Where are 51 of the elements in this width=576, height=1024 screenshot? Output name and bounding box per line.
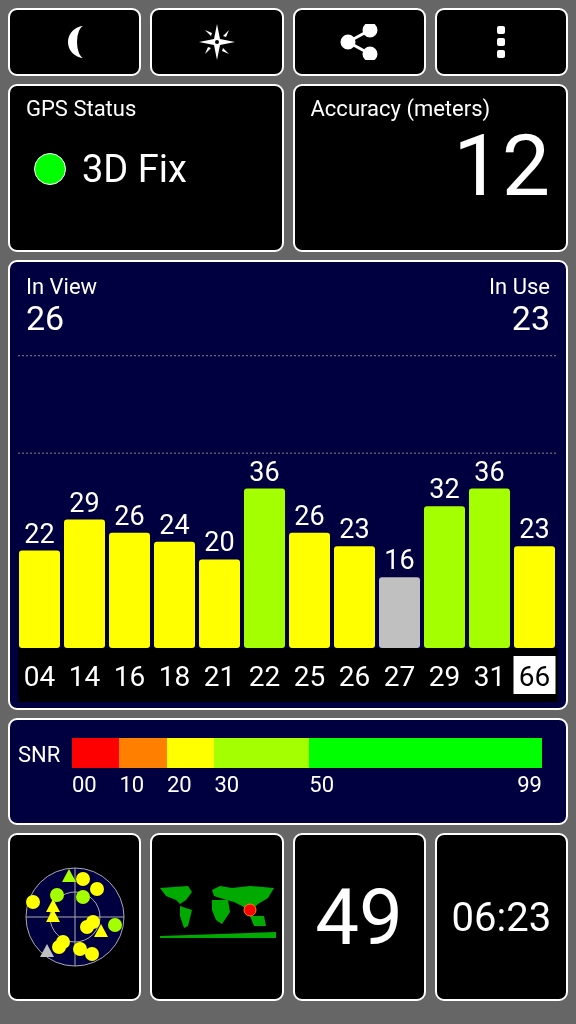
- snr-value: 16: [384, 544, 415, 577]
- snr-value: 32: [429, 473, 460, 506]
- satellite-id: 25: [293, 660, 326, 694]
- satellite-id: 31: [473, 660, 506, 694]
- satellite-id: 14: [68, 660, 101, 694]
- toolbar-button[interactable]: [8, 8, 142, 76]
- clock-time: 06:23: [451, 893, 552, 941]
- world-map-tile[interactable]: [150, 833, 284, 1002]
- more-options-icon: [496, 25, 507, 59]
- snr-value: 36: [249, 455, 280, 488]
- card-title: GPS Status: [26, 96, 138, 121]
- card-title: Accuracy (meters): [310, 96, 492, 121]
- in-view-count: 26: [26, 299, 66, 339]
- in-use-count: 23: [511, 299, 550, 339]
- snr-value: 24: [159, 508, 190, 541]
- snr-scale-label: 20: [166, 771, 192, 798]
- share-icon: [340, 24, 379, 60]
- accuracy-value: 12: [453, 123, 550, 209]
- snr-value: 20: [204, 526, 235, 559]
- toolbar-button[interactable]: [292, 8, 426, 76]
- snr-value: 23: [339, 513, 370, 546]
- sky-plot-tile[interactable]: [8, 833, 142, 1002]
- satellite-id: 29: [428, 660, 461, 694]
- toolbar-button[interactable]: [434, 8, 568, 76]
- snr-scale-label: 00: [72, 771, 97, 798]
- satellite-count: 49: [315, 871, 403, 963]
- satellite-id: 04: [23, 660, 56, 694]
- satellite-count-tile[interactable]: 49: [292, 833, 426, 1002]
- satellite-id: 66: [518, 660, 551, 694]
- satellite-id: 21: [203, 660, 236, 694]
- snr-label: SNR: [18, 741, 62, 770]
- snr-value: 29: [69, 486, 100, 519]
- snr-value: 26: [114, 499, 145, 532]
- snr-value: 26: [294, 499, 325, 532]
- snr-scale-label: 50: [309, 771, 335, 798]
- satellite-id: 26: [338, 660, 371, 694]
- snr-scale-label: 30: [214, 771, 240, 798]
- snr-scale-label: 99: [517, 771, 542, 798]
- in-view-label: In View: [26, 274, 98, 299]
- satellite-id: 27: [383, 660, 416, 694]
- satellite-id: 22: [248, 660, 281, 694]
- snr-scale-label: 10: [119, 771, 145, 798]
- clock-tile[interactable]: 06:23: [434, 833, 568, 1002]
- in-use-label: In Use: [489, 274, 550, 299]
- snr-value: 22: [24, 517, 55, 550]
- toolbar-button[interactable]: [150, 8, 284, 76]
- satellite-id: 18: [158, 660, 191, 694]
- satellite-id: 16: [113, 660, 146, 694]
- fix-status: 3D Fix: [82, 147, 187, 191]
- snr-value: 23: [519, 513, 550, 546]
- snr-value: 36: [474, 455, 505, 488]
